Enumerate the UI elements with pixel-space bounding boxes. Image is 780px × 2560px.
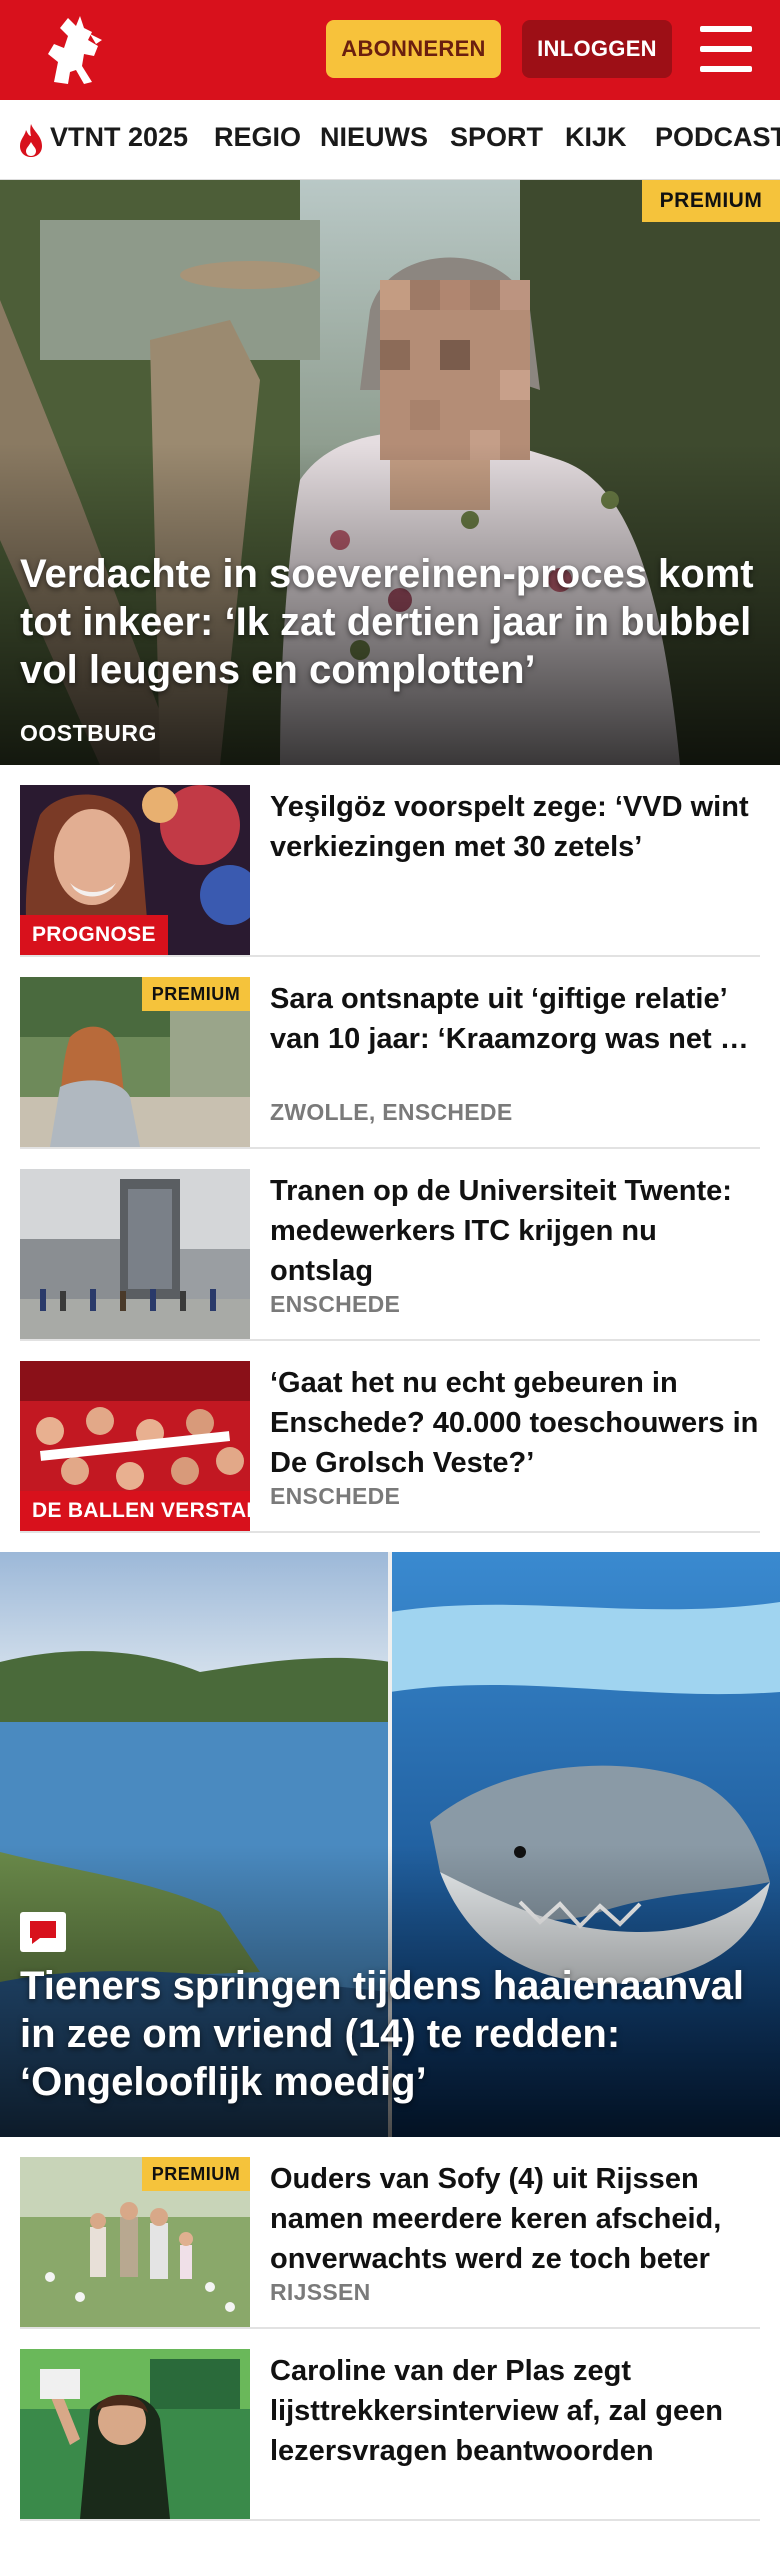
article-location: RIJSSEN <box>270 2279 371 2305</box>
hero-location: OOSTBURG <box>20 720 157 746</box>
premium-badge: PREMIUM <box>142 2157 250 2191</box>
article-thumbnail <box>20 1169 250 1339</box>
article-thumbnail: PREMIUM <box>20 977 250 1147</box>
hero-article[interactable]: PREMIUM Verdachte in soevereinen-proces … <box>0 180 780 765</box>
tubantia-horse-logo[interactable] <box>34 10 112 90</box>
list-item[interactable]: Tranen op de Universiteit Twente: medewe… <box>20 1149 760 1341</box>
top-header: ABONNEREN INLOGGEN <box>0 0 780 100</box>
hero-title[interactable]: Verdachte in soevereinen-proces komt tot… <box>20 550 770 694</box>
article-title[interactable]: Yeşilgöz voorspelt zege: ‘VVD wint verki… <box>270 787 760 867</box>
article-location: ENSCHEDE <box>270 1291 401 1317</box>
nav-item-sport[interactable]: SPORT <box>450 122 543 153</box>
nav-item-vtnt[interactable]: VTNT 2025 <box>50 122 188 153</box>
article-title[interactable]: ‘Gaat het nu echt gebeuren in Enschede? … <box>270 1363 760 1483</box>
section-nav: VTNT 2025 REGIO NIEUWS SPORT KIJK PODCAS… <box>0 100 780 180</box>
list-item[interactable]: Caroline van der Plas zegt lijsttrekkers… <box>20 2329 760 2521</box>
list-item[interactable]: DE BALLEN VERSTAND ‘Gaat het nu echt geb… <box>20 1341 760 1533</box>
nav-item-nieuws[interactable]: NIEUWS <box>320 122 428 153</box>
nav-item-kijk[interactable]: KIJK <box>565 122 627 153</box>
list-item[interactable]: PROGNOSE Yeşilgöz voorspelt zege: ‘VVD w… <box>20 765 760 957</box>
nav-item-podcast[interactable]: PODCAST <box>655 122 780 153</box>
hamburger-menu-icon[interactable] <box>700 26 752 72</box>
nav-item-regio[interactable]: REGIO <box>214 122 301 153</box>
hero-article[interactable]: Tieners springen tijdens haaienaanval in… <box>0 1552 780 2137</box>
article-thumbnail: DE BALLEN VERSTAND <box>20 1361 250 1531</box>
article-location: ENSCHEDE <box>270 1483 401 1509</box>
premium-badge: PREMIUM <box>642 180 780 222</box>
list-item[interactable]: PREMIUM Sara ontsnapte uit ‘giftige rela… <box>20 957 760 1149</box>
article-title[interactable]: Caroline van der Plas zegt lijsttrekkers… <box>270 2351 760 2471</box>
article-thumbnail: PROGNOSE <box>20 785 250 955</box>
article-label: PROGNOSE <box>20 915 168 955</box>
article-label: DE BALLEN VERSTAND <box>20 1491 250 1531</box>
list-item[interactable]: PREMIUM Ouders van Sofy (4) uit Rijssen … <box>20 2137 760 2329</box>
article-title[interactable]: Ouders van Sofy (4) uit Rijssen namen me… <box>270 2159 760 2279</box>
premium-badge: PREMIUM <box>142 977 250 1011</box>
article-title[interactable]: Sara ontsnapte uit ‘giftige relatie’ van… <box>270 979 760 1059</box>
article-thumbnail: PREMIUM <box>20 2157 250 2327</box>
article-location: ZWOLLE, ENSCHEDE <box>270 1099 513 1125</box>
article-title[interactable]: Tranen op de Universiteit Twente: medewe… <box>270 1171 760 1291</box>
comment-icon[interactable] <box>20 1912 66 1952</box>
hero-title[interactable]: Tieners springen tijdens haaienaanval in… <box>20 1962 770 2106</box>
subscribe-button[interactable]: ABONNEREN <box>326 20 501 78</box>
flame-icon <box>20 124 42 157</box>
login-button[interactable]: INLOGGEN <box>522 20 672 78</box>
article-thumbnail <box>20 2349 250 2519</box>
